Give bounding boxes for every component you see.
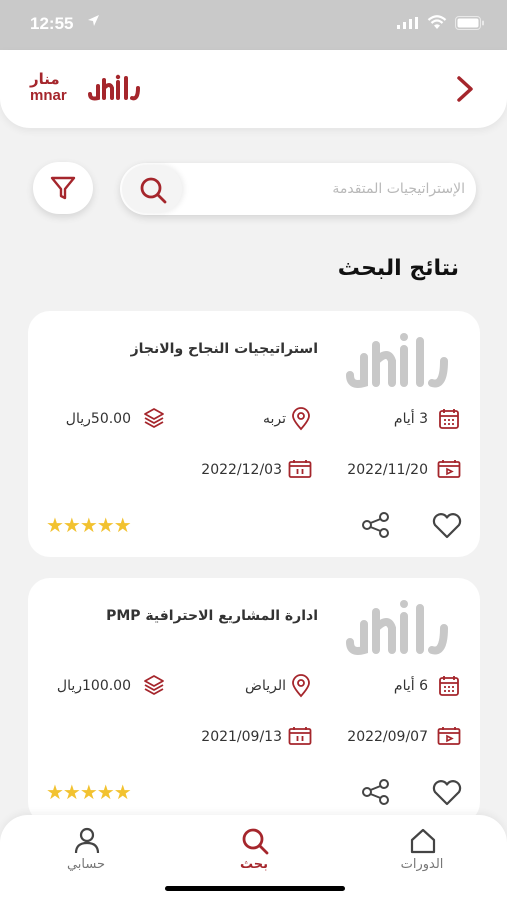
tab-account-label: حسابي — [66, 857, 106, 872]
user-icon — [74, 827, 100, 854]
search-icon — [242, 828, 269, 855]
course-duration: 6 أيام — [393, 678, 428, 694]
course-title: ادارة المشاريع الاحترافية PMP — [106, 608, 318, 624]
logo-arabic-text: منار — [30, 70, 60, 88]
calendar-icon — [439, 409, 459, 429]
course-end-date: 2021/09/13 — [201, 729, 282, 745]
course-duration: 3 أيام — [393, 411, 428, 427]
location-pin-icon — [292, 407, 310, 431]
share-icon[interactable] — [360, 511, 392, 539]
tab-account[interactable]: حسابي — [46, 825, 126, 875]
rating-stars: ★★★★★ — [46, 780, 132, 804]
favorite-heart-icon[interactable] — [431, 513, 463, 539]
course-start-date: 2022/11/20 — [347, 462, 428, 478]
start-date-icon — [437, 727, 461, 745]
battery-icon — [455, 16, 484, 30]
end-date-icon — [288, 460, 312, 478]
tab-search[interactable]: بحث — [214, 825, 294, 875]
course-card[interactable]: ادارة المشاريع الاحترافية PMP 6 أيام الر… — [28, 578, 480, 824]
start-date-icon — [437, 460, 461, 478]
course-price: 50.00ريال — [65, 411, 131, 427]
app-header: منار mnar — [0, 50, 507, 128]
tab-courses-label: الدورات — [400, 857, 444, 872]
filter-icon — [50, 176, 76, 200]
course-price: 100.00ريال — [56, 678, 131, 694]
search-input[interactable] — [190, 173, 465, 205]
search-button[interactable] — [122, 165, 182, 213]
course-location: الرياض — [245, 678, 286, 694]
mnar-logo: منار mnar — [28, 70, 143, 106]
signal-icon — [397, 17, 418, 29]
course-card[interactable]: استراتيجيات النجاح والانجاز 3 أيام تربه … — [28, 311, 480, 557]
home-icon — [410, 828, 436, 854]
favorite-heart-icon[interactable] — [431, 780, 463, 806]
end-date-icon — [288, 727, 312, 745]
course-thumbnail-logo — [346, 600, 448, 655]
tab-search-label: بحث — [239, 857, 268, 872]
logo-english-text: mnar — [30, 87, 67, 104]
course-location: تربه — [262, 411, 286, 427]
price-stack-icon — [144, 675, 164, 695]
course-title: استراتيجيات النجاح والانجاز — [130, 341, 318, 357]
course-start-date: 2022/09/07 — [347, 729, 428, 745]
mnar-logo-mark — [88, 74, 140, 101]
rating-stars: ★★★★★ — [46, 513, 132, 537]
location-arrow-icon — [88, 15, 99, 26]
course-thumbnail-logo — [346, 333, 448, 388]
filter-button[interactable] — [33, 162, 93, 214]
chevron-right-icon[interactable] — [450, 73, 480, 105]
course-end-date: 2022/12/03 — [201, 462, 282, 478]
status-bar: 12:55 — [0, 0, 507, 50]
price-stack-icon — [144, 408, 164, 428]
location-pin-icon — [292, 674, 310, 698]
wifi-icon — [427, 15, 447, 29]
search-bar — [120, 163, 476, 215]
home-indicator — [165, 886, 345, 891]
section-title: نتائج البحث — [337, 256, 459, 281]
tab-courses[interactable]: الدورات — [382, 825, 462, 875]
share-icon[interactable] — [360, 778, 392, 806]
calendar-icon — [439, 676, 459, 696]
status-time: 12:55 — [30, 14, 74, 33]
search-icon — [140, 177, 167, 204]
